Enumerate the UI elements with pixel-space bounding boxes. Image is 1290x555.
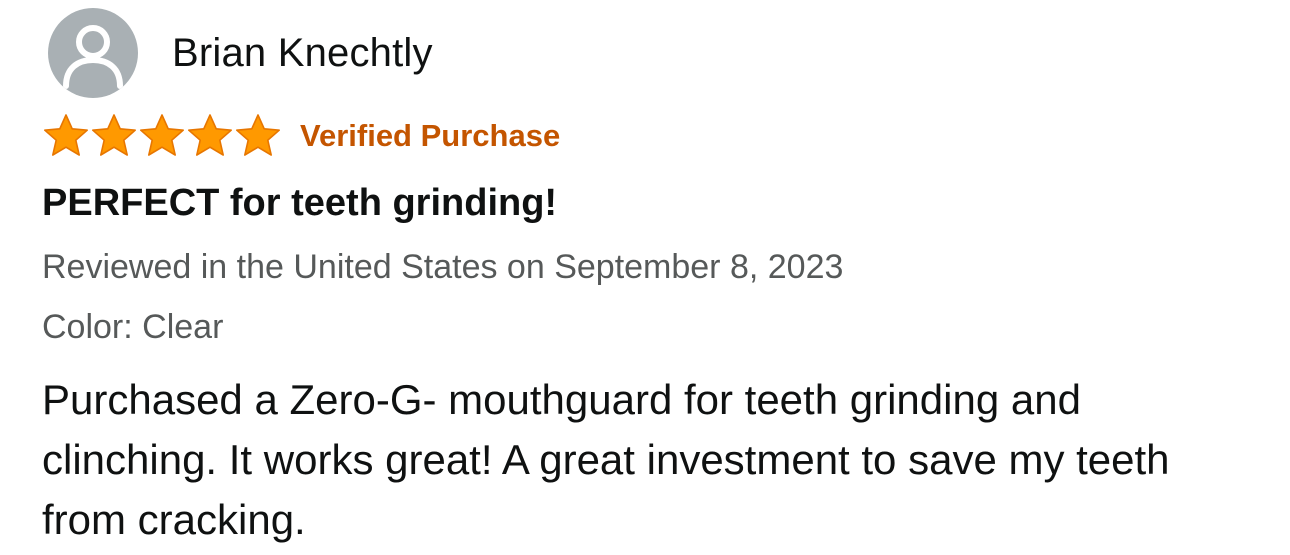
star-icon	[235, 114, 281, 156]
review-date: Reviewed in the United States on Septemb…	[42, 248, 844, 286]
reviewer-profile[interactable]: Brian Knechtly	[48, 8, 433, 98]
review-title[interactable]: PERFECT for teeth grinding!	[42, 182, 557, 225]
review-body: Purchased a Zero-G- mouthguard for teeth…	[42, 376, 1170, 543]
star-icon	[187, 114, 233, 156]
star-rating[interactable]	[42, 112, 282, 160]
star-icon	[43, 114, 89, 156]
default-user-avatar-icon	[63, 25, 123, 89]
rating-row: Verified Purchase	[42, 112, 560, 160]
review-card: Brian Knechtly Verified Purchase PERFECT…	[0, 0, 1290, 555]
verified-purchase-badge[interactable]: Verified Purchase	[300, 118, 560, 154]
star-icon	[91, 114, 137, 156]
star-icon	[139, 114, 185, 156]
avatar[interactable]	[48, 8, 138, 98]
reviewer-name[interactable]: Brian Knechtly	[172, 31, 433, 76]
review-variant: Color: Clear	[42, 308, 224, 346]
